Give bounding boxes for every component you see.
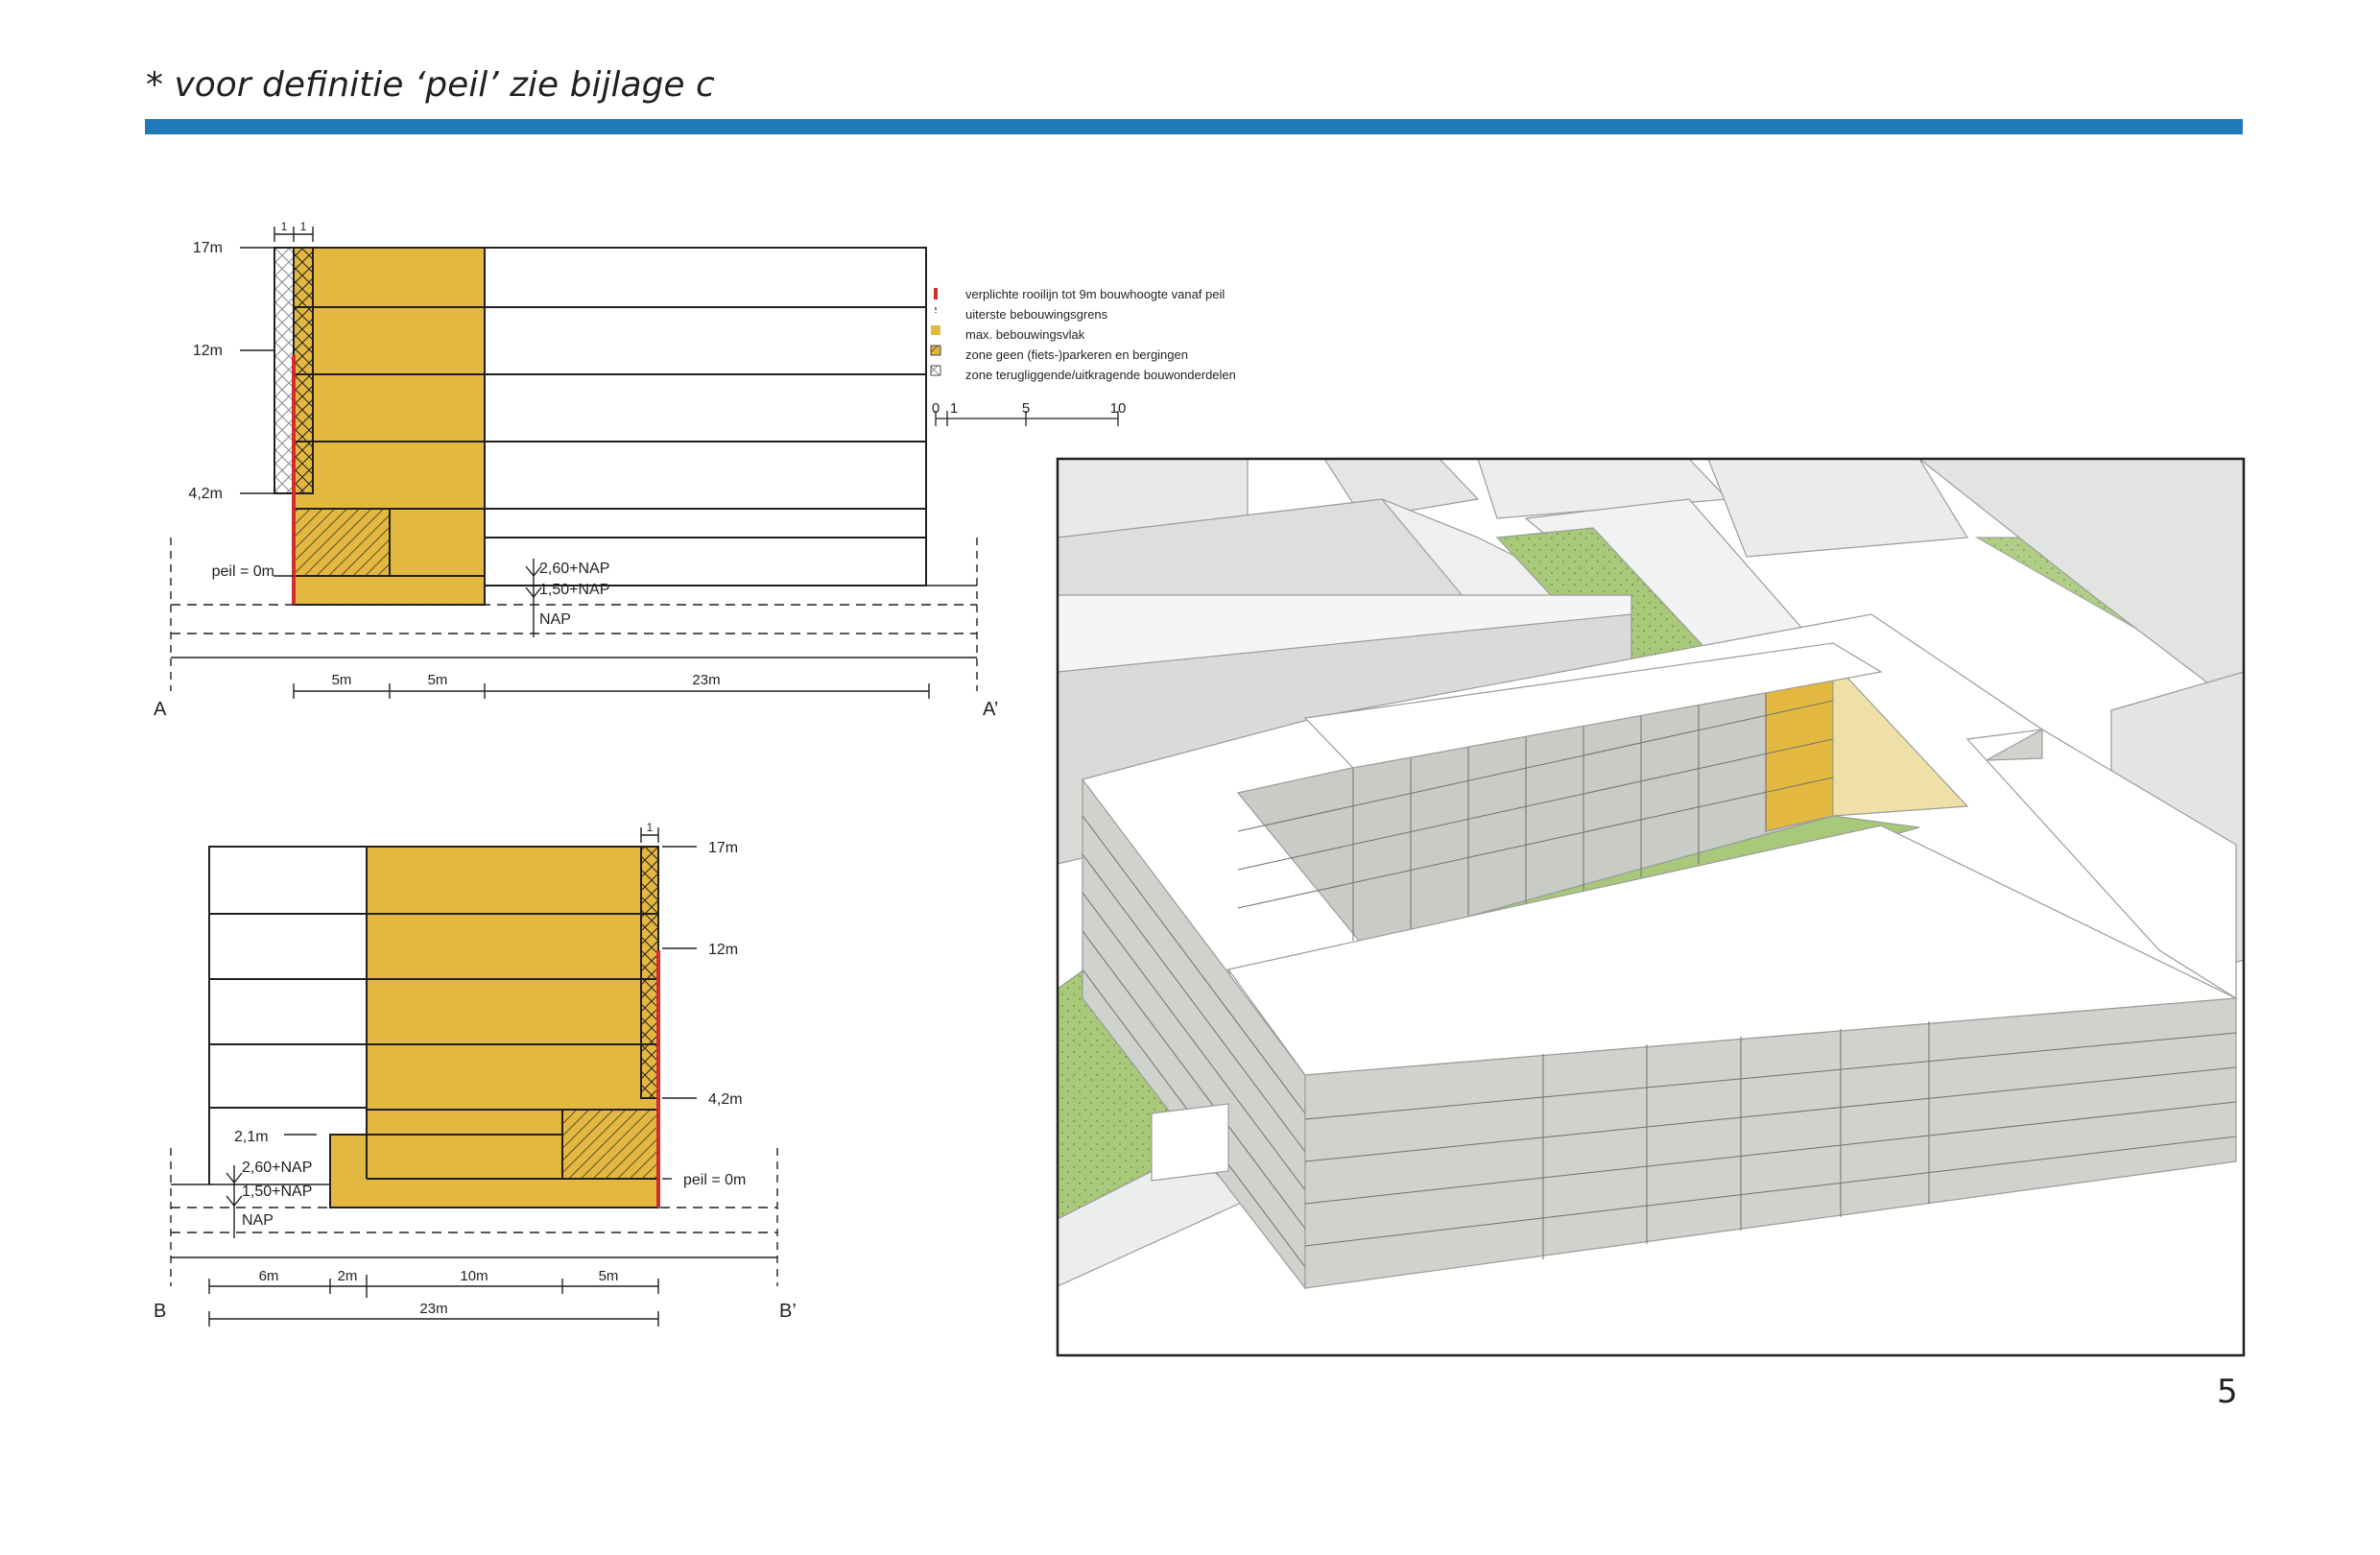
sa-top-dim-1: 1 (281, 220, 288, 233)
sb-dim-23m: 23m (419, 1301, 447, 1317)
legend-item-5: zone terugliggende/uitkragende bouwonder… (965, 368, 1236, 382)
sb-dim-5m: 5m (599, 1268, 619, 1284)
cross-hatch-icon (930, 365, 941, 376)
sb-dim-2m: 2m (338, 1268, 358, 1284)
drawing-canvas: 17m 12m 4,2m peil = 0m 1 1 2,60+NAP 1,50… (154, 220, 2246, 1357)
legend (930, 288, 941, 376)
sa-nap-260: 2,60+NAP (539, 561, 609, 577)
legend-item-4: zone geen (fiets-)parkeren en bergingen (965, 347, 1188, 362)
sb-dim-6m: 6m (259, 1268, 279, 1284)
sb-nap-150: 1,50+NAP (242, 1184, 312, 1200)
sb-label-start: B (154, 1301, 166, 1322)
scale-10: 10 (1110, 400, 1127, 417)
legend-item-3: max. bebouwingsvlak (965, 327, 1085, 342)
sa-nap: NAP (539, 611, 571, 628)
legend-item-2: uiterste bebouwingsgrens (965, 307, 1108, 322)
sb-peil-label: peil = 0m (683, 1172, 746, 1188)
sb-dim-10m: 10m (460, 1268, 488, 1284)
sa-peil-label: peil = 0m (212, 563, 274, 580)
diagonal-hatch-icon (930, 345, 941, 356)
sa-nap-150: 1,50+NAP (539, 582, 609, 598)
sb-nap: NAP (242, 1212, 274, 1229)
sb-top-dim-1: 1 (647, 821, 654, 834)
yellow-square-icon (931, 325, 940, 335)
sa-dim-5m-1: 5m (332, 672, 352, 688)
sb-height-12: 12m (708, 942, 738, 958)
sa-label-start: A (154, 699, 167, 720)
section-b (170, 827, 778, 1327)
sb-label-end: B’ (779, 1301, 797, 1322)
sa-height-4-2: 4,2m (188, 486, 223, 502)
sa-top-dim-2: 1 (300, 220, 307, 233)
sa-label-end: A’ (983, 699, 998, 720)
scale-5: 5 (1022, 400, 1030, 417)
axonometric-view (1056, 457, 2246, 1357)
sa-height-12: 12m (193, 343, 223, 359)
scale-0: 0 (932, 400, 940, 417)
sb-height-2-1: 2,1m (234, 1129, 269, 1145)
sa-height-17: 17m (193, 240, 223, 256)
sb-height-4-2: 4,2m (708, 1091, 743, 1108)
legend-item-1: verplichte rooilijn tot 9m bouwhoogte va… (965, 287, 1225, 301)
sa-dim-5m-2: 5m (428, 672, 448, 688)
page-number: 5 (2217, 1373, 2238, 1411)
sb-nap-260: 2,60+NAP (242, 1160, 312, 1176)
section-a (170, 227, 978, 699)
sa-dim-23m: 23m (692, 672, 720, 688)
sb-height-17: 17m (708, 840, 738, 856)
scale-1: 1 (950, 400, 958, 417)
